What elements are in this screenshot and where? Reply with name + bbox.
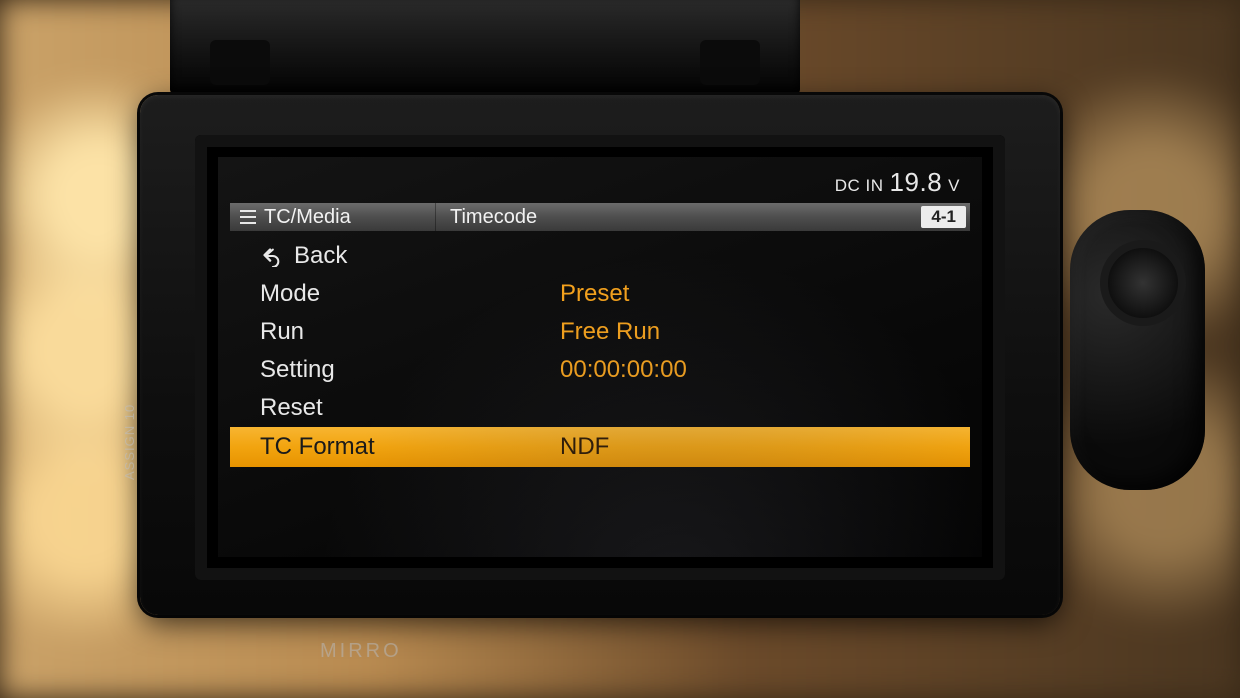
menu-item-tc-format[interactable]: TC Format NDF — [230, 427, 970, 467]
menu-item-run[interactable]: Run Free Run — [230, 313, 970, 351]
breadcrumb-bar: TC/Media Timecode 4-1 — [230, 203, 970, 231]
menu-label-setting: Setting — [260, 356, 560, 384]
menu-icon — [240, 210, 256, 224]
dc-in-unit: V — [948, 176, 960, 196]
menu-item-setting[interactable]: Setting 00:00:00:00 — [230, 351, 970, 389]
mirror-label: MIRRO — [320, 640, 402, 663]
monitor-hinge — [170, 0, 800, 95]
menu-value-setting: 00:00:00:00 — [560, 356, 687, 384]
breadcrumb-section-label: TC/Media — [264, 206, 351, 229]
camera-monitor-body: DC IN 19.8 V TC/Media Timecode 4-1 Back — [140, 95, 1060, 615]
breadcrumb-page-label: Timecode — [450, 206, 537, 229]
dc-in-value: 19.8 — [890, 167, 943, 198]
menu-back-label: Back — [294, 242, 347, 270]
breadcrumb-section: TC/Media — [230, 203, 435, 231]
menu-value-tc-format: NDF — [560, 433, 609, 461]
menu-label-tc-format: TC Format — [260, 433, 560, 461]
timecode-menu: Back Mode Preset Run Free Run Setting 00… — [230, 237, 970, 467]
menu-label-mode: Mode — [260, 280, 560, 308]
breadcrumb-page: Timecode — [435, 203, 921, 231]
menu-item-reset[interactable]: Reset — [230, 389, 970, 427]
page-index-badge: 4-1 — [921, 206, 966, 228]
menu-item-back[interactable]: Back — [230, 237, 970, 275]
menu-item-mode[interactable]: Mode Preset — [230, 275, 970, 313]
dc-in-label: DC IN — [835, 176, 884, 196]
assign-button-label: ASSIGN 10 — [122, 404, 137, 480]
lcd-screen: DC IN 19.8 V TC/Media Timecode 4-1 Back — [218, 157, 982, 557]
menu-value-mode: Preset — [560, 280, 629, 308]
menu-value-run: Free Run — [560, 318, 660, 346]
camera-grip — [1070, 210, 1205, 490]
dc-in-readout: DC IN 19.8 V — [835, 167, 960, 198]
back-arrow-icon — [260, 245, 282, 267]
menu-label-run: Run — [260, 318, 560, 346]
menu-label-reset: Reset — [260, 394, 560, 422]
